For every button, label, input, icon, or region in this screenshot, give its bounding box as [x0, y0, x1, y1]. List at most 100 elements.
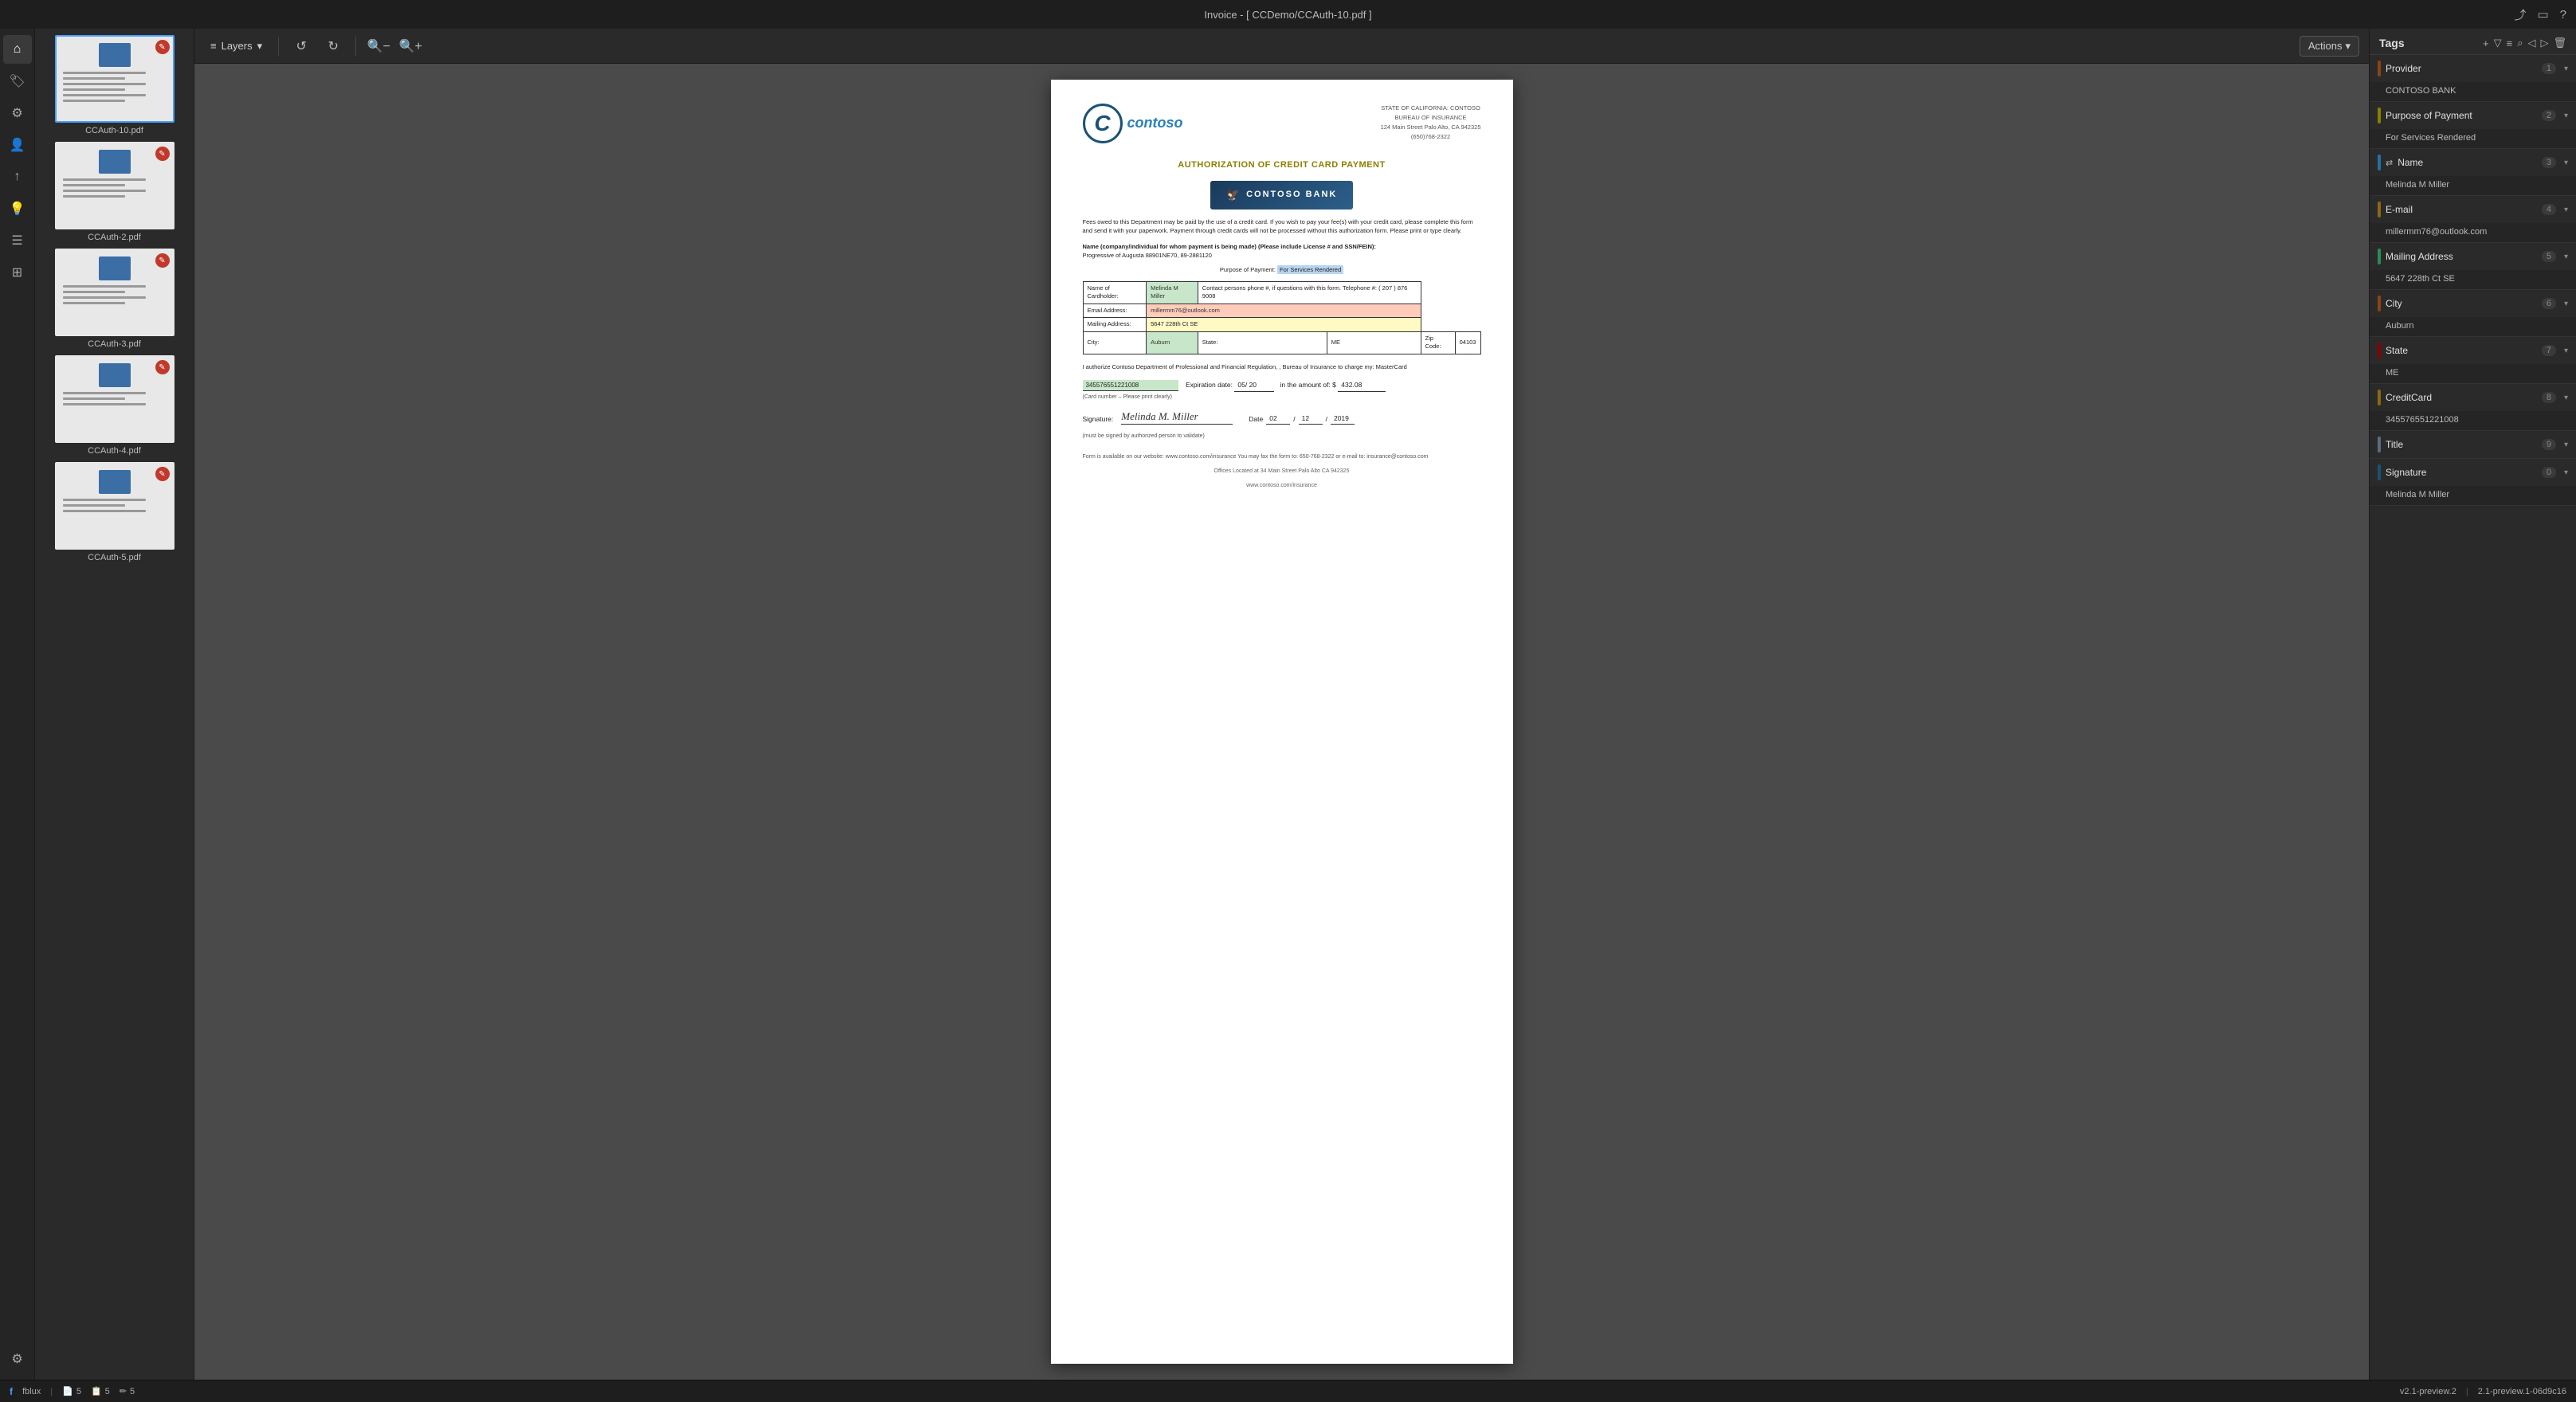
table-row-email: Email Address: millermm76@outlook.com	[1083, 304, 1480, 318]
share-icon[interactable]: ⤴	[2514, 6, 2526, 23]
tag-chevron-1[interactable]: ▾	[2564, 112, 2568, 120]
thumbnail-label-3: CCAuth-4.pdf	[88, 446, 141, 456]
tag-name-0: Provider	[2386, 63, 2537, 74]
mailing-value-cell: 5647 228th Ct SE	[1147, 318, 1421, 332]
sidebar-item-bulb[interactable]: 💡	[3, 194, 32, 223]
tags-search-icon[interactable]: ⌕	[2517, 37, 2523, 49]
doc-address-block: STATE OF CALIFORNIA: CONTOSO BUREAU OF I…	[1381, 104, 1481, 142]
tag-chevron-9[interactable]: ▾	[2564, 468, 2568, 477]
tag-header-1[interactable]: Purpose of Payment2▾	[2370, 102, 2576, 129]
thumbnail-image-3: ✎	[55, 355, 174, 443]
doc-logo: C contoso	[1083, 104, 1183, 143]
tag-color-bar-4	[2378, 249, 2381, 264]
status-pages: 📋 5	[91, 1386, 110, 1396]
thumbnail-item-0[interactable]: ✎ CCAuth-10.pdf	[41, 35, 187, 135]
thumbnail-panel: ✎ CCAuth-10.pdf ✎	[35, 29, 194, 1380]
tag-name-3: E-mail	[2386, 204, 2537, 215]
thumbnail-label-4: CCAuth-5.pdf	[88, 553, 141, 562]
status-bar: f fblux | 📄 5 📋 5 ✏ 5 v2.1-preview.2 | 2…	[0, 1380, 2576, 1402]
tablet-icon[interactable]: ▭	[2537, 7, 2548, 22]
footer-text: Form is available on our website: www.co…	[1083, 453, 1481, 462]
tag-name-1: Purpose of Payment	[2386, 110, 2537, 121]
tag-count-5: 6	[2542, 298, 2556, 309]
layers-button[interactable]: ≡ Layers ▾	[204, 37, 269, 56]
tag-header-8[interactable]: Title 9 ▾	[2370, 431, 2576, 458]
tags-prev-icon[interactable]: ◁	[2527, 37, 2535, 49]
files-count: 5	[76, 1387, 81, 1396]
bank-logo-wrap: 🦅 CONTOSO BANK	[1083, 181, 1481, 210]
tag-chevron-2[interactable]: ▾	[2564, 159, 2568, 167]
sidebar-item-list[interactable]: ☰	[3, 226, 32, 255]
tags-next-icon[interactable]: ▷	[2540, 37, 2548, 49]
doc-title-block: AUTHORIZATION OF CREDIT CARD PAYMENT	[1083, 159, 1481, 171]
tags-add-icon[interactable]: +	[2483, 37, 2489, 49]
tag-chevron-5[interactable]: ▾	[2564, 300, 2568, 308]
thumbnail-item-1[interactable]: ✎ CCAuth-2.pdf	[41, 142, 187, 242]
actions-button[interactable]: Actions ▾	[2300, 36, 2359, 57]
layers-icon: ≡	[210, 40, 217, 52]
tag-chevron-6[interactable]: ▾	[2564, 347, 2568, 355]
tag-chevron-8[interactable]: ▾	[2564, 441, 2568, 449]
tag-value-7: 345576551221008	[2370, 411, 2576, 430]
tags-filter-icon[interactable]: ▽	[2494, 37, 2502, 49]
build-text: 2.1-preview.1-06d9c16	[2478, 1387, 2566, 1396]
files-icon: 📄	[62, 1386, 73, 1396]
tags-list-icon[interactable]: ≡	[2507, 37, 2513, 49]
sidebar-item-search[interactable]: ⚙	[3, 99, 32, 127]
tag-header-7[interactable]: CreditCard8▾	[2370, 384, 2576, 411]
sig-note: (must be signed by authorized person to …	[1083, 433, 1481, 441]
thumbnail-item-3[interactable]: ✎ CCAuth-4.pdf	[41, 355, 187, 456]
doc-address: 124 Main Street Palo Alto, CA 942325	[1381, 123, 1481, 132]
thumbnail-image-1: ✎	[55, 142, 174, 229]
tag-name-4: Mailing Address	[2386, 251, 2537, 262]
date-label: Date	[1249, 415, 1263, 425]
sidebar-item-home[interactable]: ⌂	[3, 35, 32, 64]
sidebar-item-grid[interactable]: ⊞	[3, 258, 32, 287]
doc-viewer[interactable]: C contoso STATE OF CALIFORNIA: CONTOSO B…	[194, 64, 2369, 1380]
logo-c-letter: C	[1094, 108, 1110, 139]
zip-value-cell: 04103	[1455, 331, 1480, 354]
tag-header-4[interactable]: Mailing Address5▾	[2370, 243, 2576, 270]
help-icon[interactable]: ?	[2560, 8, 2566, 22]
tag-count-6: 7	[2542, 345, 2556, 356]
tags-delete-icon[interactable]: 🗑	[2553, 37, 2566, 49]
tag-chevron-0[interactable]: ▾	[2564, 65, 2568, 73]
redo-button[interactable]: ↻	[320, 33, 346, 59]
tag-header-0[interactable]: Provider1▾	[2370, 55, 2576, 82]
tag-item-3: E-mail4▾millermm76@outlook.com	[2370, 196, 2576, 243]
tag-header-5[interactable]: City6▾	[2370, 290, 2576, 317]
tag-value-9: Melinda M Miller	[2370, 486, 2576, 505]
zoom-out-button[interactable]: 🔍−	[366, 33, 391, 59]
tag-color-bar-7	[2378, 390, 2381, 405]
tag-count-8: 9	[2542, 439, 2556, 450]
status-app-name: fblux	[22, 1387, 41, 1396]
tag-name-9: Signature	[2386, 467, 2537, 478]
zoom-in-button[interactable]: 🔍+	[398, 33, 423, 59]
undo-button[interactable]: ↺	[288, 33, 314, 59]
sidebar-item-tag[interactable]: 🏷	[3, 67, 32, 96]
tag-chevron-4[interactable]: ▾	[2564, 253, 2568, 261]
tag-value-6: ME	[2370, 364, 2576, 383]
tag-header-2[interactable]: ⇄Name3▾	[2370, 149, 2576, 176]
thumbnail-item-4[interactable]: ✎ CCAuth-5.pdf	[41, 462, 187, 562]
sidebar-item-settings[interactable]: ⚙	[3, 1345, 32, 1373]
sidebar-item-upload[interactable]: ↑	[3, 163, 32, 191]
tag-chevron-3[interactable]: ▾	[2564, 206, 2568, 214]
tag-header-6[interactable]: State7▾	[2370, 337, 2576, 364]
tag-count-9: 0	[2542, 467, 2556, 478]
table-row-mailing: Mailing Address: 5647 228th Ct SE	[1083, 318, 1480, 332]
pages-icon: 📋	[91, 1386, 102, 1396]
tag-chevron-7[interactable]: ▾	[2564, 394, 2568, 402]
main-area: ≡ Layers ▾ ↺ ↻ 🔍− 🔍+ Actions ▾	[194, 29, 2369, 1380]
app-body: ⌂ 🏷 ⚙ 👤 ↑ 💡 ☰ ⊞ ⚙ ✎ CCAuth-	[0, 29, 2576, 1380]
table-row-city: City: Auburn State: ME Zip Code: 04103	[1083, 331, 1480, 354]
sidebar-item-person[interactable]: 👤	[3, 131, 32, 159]
tag-header-3[interactable]: E-mail4▾	[2370, 196, 2576, 223]
annotations-icon: ✏	[120, 1386, 127, 1396]
tag-name-8: Title	[2386, 439, 2537, 450]
purpose-value: For Services Rendered	[1277, 265, 1343, 274]
tag-item-2: ⇄Name3▾Melinda M Miller	[2370, 149, 2576, 196]
thumbnail-item-2[interactable]: ✎ CCAuth-3.pdf	[41, 249, 187, 349]
tag-header-9[interactable]: Signature 0 ▾	[2370, 459, 2576, 486]
tag-name-2: Name	[2398, 157, 2537, 168]
